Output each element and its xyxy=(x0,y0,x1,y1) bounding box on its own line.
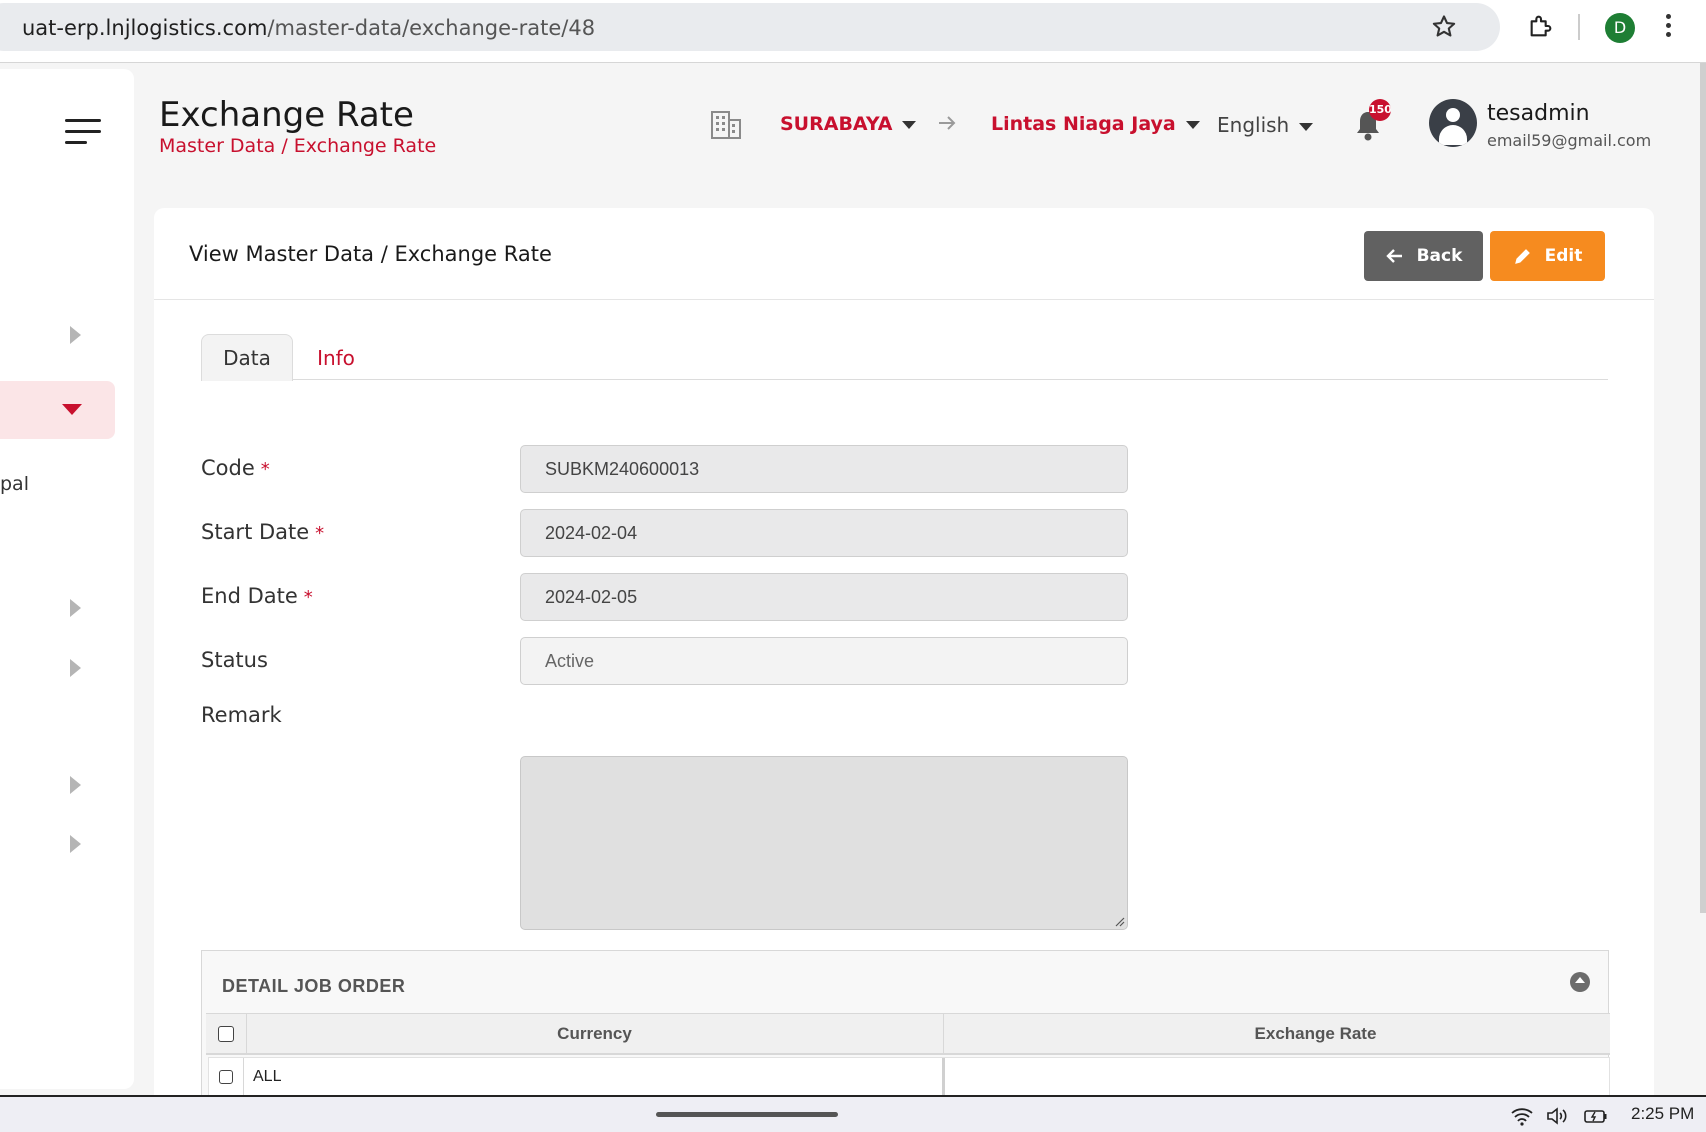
language-label: English xyxy=(1217,113,1290,137)
code-field[interactable]: SUBKM240600013 xyxy=(520,445,1128,493)
code-label: Code * xyxy=(201,456,270,480)
os-taskbar: 2:25 PM xyxy=(0,1095,1706,1132)
sidebar: pal xyxy=(0,69,134,1089)
grid-header-row: Currency Exchange Rate xyxy=(206,1013,1610,1055)
system-clock[interactable]: 2:25 PM xyxy=(1631,1104,1694,1124)
address-bar[interactable]: uat-erp.lnjlogistics.com/master-data/exc… xyxy=(0,3,1500,51)
pencil-icon xyxy=(1514,249,1530,264)
extensions-puzzle-icon[interactable] xyxy=(1527,12,1555,40)
start-date-label-text: Start Date xyxy=(201,520,310,544)
arrow-left-icon xyxy=(1385,249,1402,263)
sidebar-expand-icon[interactable] xyxy=(70,326,81,344)
sidebar-expand-icon[interactable] xyxy=(70,659,81,677)
card-title: View Master Data / Exchange Rate xyxy=(189,242,552,266)
bookmark-star-icon[interactable] xyxy=(1430,13,1458,41)
remark-label: Remark xyxy=(201,703,282,727)
end-date-label: End Date * xyxy=(201,584,313,608)
branch-selector[interactable]: SURABAYA xyxy=(780,113,917,135)
detail-job-order-panel: DETAIL JOB ORDER Currency Exchange Rate … xyxy=(201,950,1610,1095)
column-header-exchange-rate[interactable]: Exchange Rate xyxy=(943,1014,1688,1053)
exchange-rate-cell[interactable] xyxy=(949,1058,1609,1095)
notification-count-badge: 150 xyxy=(1369,99,1391,121)
select-all-checkbox[interactable] xyxy=(218,1025,234,1042)
collapse-up-icon[interactable] xyxy=(1570,972,1590,992)
url-path: /master-data/exchange-rate/48 xyxy=(267,16,596,40)
breadcrumb[interactable]: Master Data / Exchange Rate xyxy=(159,135,436,157)
url-text[interactable]: uat-erp.lnjlogistics.com/master-data/exc… xyxy=(22,16,595,40)
required-mark: * xyxy=(315,523,325,544)
select-all-cell xyxy=(206,1014,246,1053)
wifi-icon[interactable] xyxy=(1510,1105,1534,1127)
sidebar-expand-icon[interactable] xyxy=(70,835,81,853)
company-label: Lintas Niaga Jaya xyxy=(991,113,1176,135)
end-date-field[interactable]: 2024-02-05 xyxy=(520,573,1128,621)
table-row[interactable]: ALL xyxy=(208,1057,1610,1095)
edit-button-label: Edit xyxy=(1544,246,1583,266)
user-avatar[interactable] xyxy=(1429,99,1477,147)
back-button-label: Back xyxy=(1416,246,1463,266)
hamburger-menu-icon[interactable] xyxy=(65,119,101,145)
caret-down-icon xyxy=(1299,122,1314,131)
toolbar-divider xyxy=(1578,14,1580,40)
arrow-right-icon xyxy=(939,116,956,130)
row-select-cell xyxy=(209,1058,243,1095)
status-label: Status xyxy=(201,648,268,672)
start-date-label: Start Date * xyxy=(201,520,324,544)
end-date-label-text: End Date xyxy=(201,584,298,608)
company-selector[interactable]: Lintas Niaga Jaya xyxy=(991,113,1200,135)
column-header-currency[interactable]: Currency xyxy=(246,1014,943,1053)
card-header: View Master Data / Exchange Rate Back Ed… xyxy=(154,208,1654,300)
tab-data[interactable]: Data xyxy=(201,334,293,381)
browser-toolbar: uat-erp.lnjlogistics.com/master-data/exc… xyxy=(0,0,1706,63)
branch-label: SURABAYA xyxy=(780,113,893,135)
required-mark: * xyxy=(303,587,313,608)
row-checkbox[interactable] xyxy=(219,1070,233,1084)
caret-down-icon xyxy=(902,120,917,129)
page-scrollbar[interactable] xyxy=(1700,63,1706,913)
panel-title: DETAIL JOB ORDER xyxy=(222,976,406,996)
url-host: uat-erp.lnjlogistics.com xyxy=(22,16,268,40)
language-selector[interactable]: English xyxy=(1217,113,1314,137)
start-date-field[interactable]: 2024-02-04 xyxy=(520,509,1128,557)
sidebar-expand-icon[interactable] xyxy=(70,776,81,794)
tab-bar: Data Info xyxy=(201,334,1608,381)
volume-icon[interactable] xyxy=(1545,1105,1571,1127)
caret-down-icon xyxy=(1185,120,1200,129)
column-divider xyxy=(243,1058,244,1095)
tab-info[interactable]: Info xyxy=(293,334,379,381)
page-title: Exchange Rate xyxy=(159,95,414,135)
sidebar-item-active[interactable] xyxy=(0,381,115,439)
remark-textarea[interactable] xyxy=(520,756,1128,930)
sidebar-item-label[interactable]: pal xyxy=(0,473,29,495)
browser-menu-icon[interactable] xyxy=(1664,14,1672,42)
currency-cell[interactable]: ALL xyxy=(253,1058,933,1095)
building-icon xyxy=(711,111,741,139)
view-card: View Master Data / Exchange Rate Back Ed… xyxy=(154,208,1654,1095)
code-label-text: Code xyxy=(201,456,255,480)
user-email: email59@gmail.com xyxy=(1487,131,1652,150)
edit-button[interactable]: Edit xyxy=(1490,231,1605,281)
app-container: pal Exchange Rate Master Data / Exchange… xyxy=(0,63,1706,1095)
column-divider xyxy=(942,1058,945,1095)
back-button[interactable]: Back xyxy=(1364,231,1483,281)
caret-down-icon xyxy=(62,404,82,415)
resize-handle-icon[interactable] xyxy=(1113,915,1125,927)
profile-avatar[interactable]: D xyxy=(1605,13,1635,43)
status-field[interactable]: Active xyxy=(520,637,1128,685)
sidebar-expand-icon[interactable] xyxy=(70,599,81,617)
home-handle[interactable] xyxy=(656,1112,838,1117)
required-mark: * xyxy=(260,459,270,480)
user-name[interactable]: tesadmin xyxy=(1487,101,1590,126)
battery-icon[interactable] xyxy=(1583,1105,1609,1127)
